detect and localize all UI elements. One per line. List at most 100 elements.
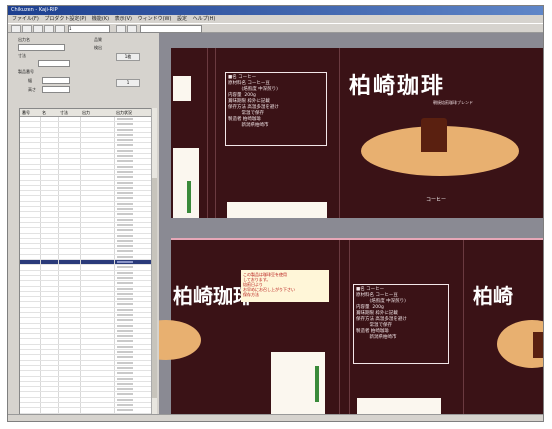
- note-line: 保存方法: [243, 292, 259, 297]
- status-mark: [117, 208, 133, 211]
- info-line: 製造者 柏崎珈琲: [356, 329, 389, 334]
- open-icon[interactable]: [22, 25, 32, 33]
- info-line: (焙煎度 中深煎り): [356, 299, 406, 304]
- status-mark: [117, 155, 133, 158]
- status-mark: [117, 160, 133, 163]
- col-name[interactable]: 名: [42, 109, 46, 116]
- table-cell: [20, 408, 115, 413]
- status-mark: [117, 351, 133, 354]
- table-cell: [20, 344, 115, 350]
- table-cell: [20, 222, 115, 228]
- menu-help[interactable]: ヘルプ(H): [193, 16, 216, 22]
- table-cell: [20, 307, 115, 312]
- bottom-label: [357, 398, 441, 414]
- info-title: ■名 コーヒー: [356, 287, 385, 292]
- status-mark: [117, 340, 133, 343]
- print-icon[interactable]: [44, 25, 54, 33]
- table-cell: [20, 286, 115, 291]
- table-cell: [20, 302, 115, 307]
- status-bar: [8, 414, 543, 421]
- status-mark: [117, 372, 133, 375]
- menu-file[interactable]: ファイル(F): [12, 16, 39, 22]
- status-mark: [117, 149, 133, 152]
- table-cell: [20, 196, 115, 201]
- height-label: 高さ: [28, 87, 36, 92]
- window-title: Chikuzen - Kaji-RIP: [11, 7, 58, 13]
- col-number[interactable]: 番号: [22, 109, 30, 116]
- menu-function[interactable]: 機能(K): [92, 16, 109, 22]
- table-cell: [20, 154, 115, 159]
- barcode-area: [173, 148, 199, 218]
- table-cell: [20, 281, 115, 286]
- menu-bar: ファイル(F) プロダクト設定(P) 機能(K) 表示(V) ウィンドウ(W) …: [8, 15, 543, 23]
- table-cell: [20, 148, 115, 154]
- status-mark: [117, 409, 133, 412]
- status-mark: [117, 287, 133, 290]
- detect-button[interactable]: 1: [116, 79, 140, 87]
- width-field[interactable]: [42, 77, 70, 84]
- table-cell: [20, 127, 115, 132]
- status-mark: [117, 250, 133, 253]
- menu-view[interactable]: 表示(V): [115, 16, 132, 22]
- table-cell: [20, 260, 115, 265]
- info-line: 賞味期限 枠外に記載: [228, 99, 270, 104]
- status-mark: [117, 282, 133, 285]
- status-mark: [117, 123, 133, 126]
- next-icon[interactable]: [127, 25, 137, 33]
- table-cell: [20, 143, 115, 148]
- status-mark: [117, 303, 133, 306]
- status-mark: [117, 192, 133, 195]
- table-cell: [20, 397, 115, 403]
- table-cell: [20, 275, 115, 281]
- height-field[interactable]: [42, 86, 70, 93]
- barcode-mark: [315, 366, 319, 402]
- scale-input[interactable]: [140, 25, 202, 33]
- status-mark: [117, 382, 133, 385]
- bottom-label: [227, 202, 327, 218]
- info-line: 内容量 200g: [228, 93, 256, 98]
- status-mark: [117, 398, 133, 401]
- table-cell: [20, 318, 115, 323]
- save-icon[interactable]: [33, 25, 43, 33]
- new-icon[interactable]: [11, 25, 21, 33]
- table-scrollbar[interactable]: [151, 108, 157, 416]
- fold-line: [215, 48, 216, 218]
- status-mark: [117, 223, 133, 226]
- status-mark: [117, 271, 133, 274]
- fold-line: [207, 48, 208, 218]
- preview-area: ■名 コーヒー 原材料名 コーヒー豆 (焙煎度 中深煎り) 内容量 200g 賞…: [159, 33, 543, 414]
- table-cell: [20, 387, 115, 392]
- quality-button[interactable]: 1枚: [116, 53, 140, 61]
- status-mark: [117, 245, 133, 248]
- output-field[interactable]: [18, 44, 65, 51]
- scrollbar-thumb[interactable]: [152, 178, 157, 398]
- menu-settings[interactable]: 設定: [177, 16, 187, 22]
- col-status[interactable]: 出力状況: [116, 109, 132, 116]
- info-box: ■名 コーヒー 原材料名 コーヒー豆 (焙煎度 中深煎り) 内容量 200g 賞…: [225, 72, 327, 146]
- zoom-icon[interactable]: [55, 25, 65, 33]
- table-cell: [20, 132, 115, 138]
- application-window: Chikuzen - Kaji-RIP ファイル(F) プロダクト設定(P) 機…: [7, 5, 544, 422]
- info-line: (焙煎度 中深煎り): [228, 87, 278, 92]
- col-output[interactable]: 出力: [82, 109, 90, 116]
- table-cell: [20, 117, 115, 122]
- menu-product[interactable]: プロダクト設定(P): [44, 16, 86, 22]
- table-cell: [20, 365, 115, 371]
- info-line: 常温で保存: [356, 323, 392, 328]
- table-cell: [20, 371, 115, 376]
- table-body: [20, 117, 155, 417]
- barcode-mark: [187, 181, 191, 213]
- status-mark: [117, 181, 133, 184]
- status-mark: [117, 393, 133, 396]
- menu-window[interactable]: ウィンドウ(W): [138, 16, 172, 22]
- table-cell: [20, 159, 115, 164]
- info-line: 常温で保存: [228, 111, 264, 116]
- prev-icon[interactable]: [116, 25, 126, 33]
- label-sticker: [173, 76, 191, 101]
- table-cell: [20, 122, 115, 127]
- col-size[interactable]: 寸法: [60, 109, 68, 116]
- page-input[interactable]: 1: [68, 25, 110, 33]
- size-field[interactable]: [38, 60, 70, 67]
- status-mark: [117, 139, 133, 142]
- table-cell: [20, 334, 115, 339]
